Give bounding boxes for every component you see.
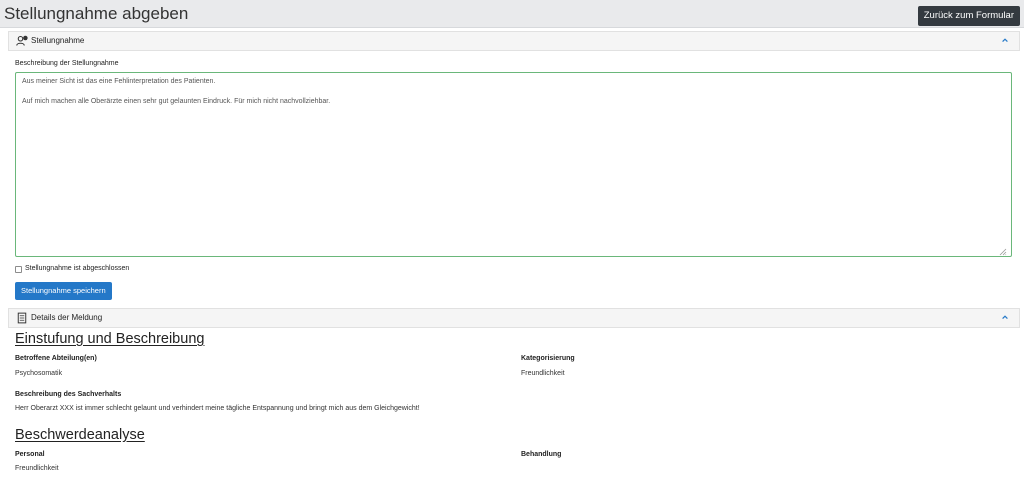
personnel-label: Personal [15, 451, 45, 458]
treatment-label: Behandlung [521, 451, 562, 458]
user-comment-icon [16, 35, 28, 46]
classification-heading: Einstufung und Beschreibung [15, 331, 205, 347]
department-value: Psychosomatik [15, 370, 63, 377]
save-statement-button[interactable]: Stellungnahme speichern [15, 282, 112, 300]
category-label: Kategorisierung [521, 355, 575, 362]
completed-checkbox[interactable] [15, 266, 22, 273]
details-panel-title: Details der Meldung [31, 313, 103, 322]
personnel-value: Freundlichkeit [15, 465, 59, 472]
facts-value: Herr Oberarzt XXX ist immer schlecht gel… [15, 405, 420, 412]
chevron-up-icon[interactable] [1001, 313, 1009, 321]
statement-description-textarea[interactable]: Aus meiner Sicht ist das eine Fehlinterp… [15, 72, 1012, 257]
facts-label: Beschreibung des Sachverhalts [15, 391, 122, 398]
top-bar: Stellungnahme abgeben Zurück zum Formula… [0, 0, 1024, 28]
chevron-up-icon[interactable] [1001, 36, 1009, 44]
page-title: Stellungnahme abgeben [4, 4, 189, 23]
statement-panel-title: Stellungnahme [31, 36, 85, 45]
description-label: Beschreibung der Stellungnahme [15, 60, 119, 67]
details-panel-header[interactable]: Details der Meldung [8, 308, 1020, 328]
back-to-form-button[interactable]: Zurück zum Formular [917, 6, 1020, 26]
resize-grip-icon[interactable] [999, 248, 1007, 256]
document-icon [17, 312, 27, 324]
category-value: Freundlichkeit [521, 370, 565, 377]
department-label: Betroffene Abteilung(en) [15, 355, 97, 362]
analysis-heading: Beschwerdeanalyse [15, 427, 145, 443]
completed-checkbox-label: Stellungnahme ist abgeschlossen [25, 265, 130, 272]
statement-panel-header[interactable]: Stellungnahme [8, 31, 1020, 51]
